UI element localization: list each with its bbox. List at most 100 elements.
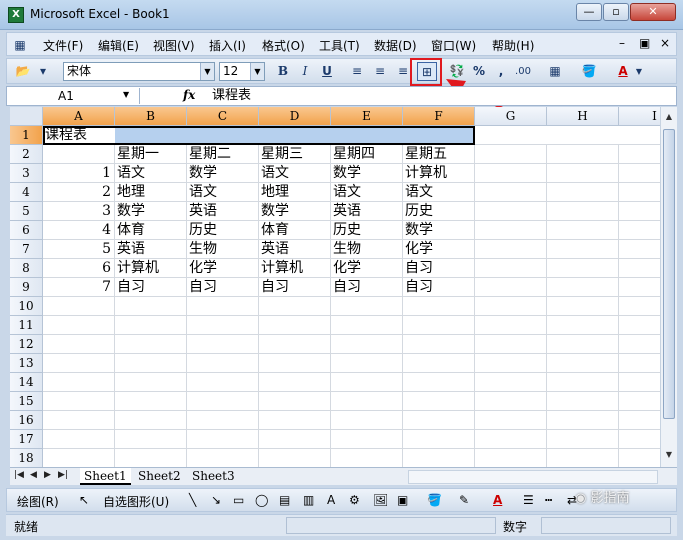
cell-h3[interactable] — [547, 164, 619, 183]
cell-g6[interactable] — [475, 221, 547, 240]
column-header-h[interactable]: H — [547, 107, 619, 126]
cell-b11[interactable] — [115, 316, 187, 335]
cell-e16[interactable] — [331, 411, 403, 430]
menu-data[interactable]: 数据(D) — [374, 37, 417, 54]
cell-b8[interactable]: 计算机 — [115, 259, 187, 278]
textbox-icon[interactable]: ▤ — [279, 493, 290, 507]
cell-d17[interactable] — [259, 430, 331, 449]
cell-f5[interactable]: 历史 — [403, 202, 475, 221]
column-header-g[interactable]: G — [475, 107, 547, 126]
cell-f4[interactable]: 语文 — [403, 183, 475, 202]
cell-h9[interactable] — [547, 278, 619, 297]
cell-e2[interactable]: 星期四 — [331, 145, 403, 164]
font-size-select[interactable]: 12 ▼ — [219, 62, 265, 81]
chevron-down-icon[interactable]: ▼ — [250, 63, 264, 80]
cell-e3[interactable]: 数学 — [331, 164, 403, 183]
cell-i9[interactable] — [619, 278, 660, 297]
cell-i13[interactable] — [619, 354, 660, 373]
cell-b3[interactable]: 语文 — [115, 164, 187, 183]
row-header-6[interactable]: 6 — [10, 221, 43, 240]
excel-doc-icon[interactable]: ▦ — [9, 36, 31, 55]
cell-c15[interactable] — [187, 392, 259, 411]
oval-icon[interactable]: ◯ — [255, 493, 268, 507]
menu-edit[interactable]: 编辑(E) — [98, 37, 139, 54]
cell-a2[interactable] — [43, 145, 115, 164]
cell-f11[interactable] — [403, 316, 475, 335]
excel-app-icon[interactable]: X — [8, 7, 24, 23]
cell-h4[interactable] — [547, 183, 619, 202]
cell-i1[interactable] — [619, 126, 660, 145]
cell-f6[interactable]: 数学 — [403, 221, 475, 240]
cell-g15[interactable] — [475, 392, 547, 411]
cell-g4[interactable] — [475, 183, 547, 202]
line-color-icon[interactable]: ✎ — [459, 493, 469, 507]
doc-close-button[interactable]: × — [660, 36, 670, 50]
cell-b2[interactable]: 星期一 — [115, 145, 187, 164]
cell-h14[interactable] — [547, 373, 619, 392]
cell-i11[interactable] — [619, 316, 660, 335]
row-header-11[interactable]: 11 — [10, 316, 43, 335]
cell-a6[interactable]: 4 — [43, 221, 115, 240]
underline-button[interactable]: U — [317, 62, 337, 81]
cell-e6[interactable]: 历史 — [331, 221, 403, 240]
row-header-17[interactable]: 17 — [10, 430, 43, 449]
cell-f3[interactable]: 计算机 — [403, 164, 475, 183]
cell-i8[interactable] — [619, 259, 660, 278]
menu-window[interactable]: 窗口(W) — [431, 37, 476, 54]
cell-e10[interactable] — [331, 297, 403, 316]
cell-b16[interactable] — [115, 411, 187, 430]
cell-g8[interactable] — [475, 259, 547, 278]
chevron-down-icon[interactable]: ▼ — [123, 90, 129, 99]
cell-i18[interactable] — [619, 449, 660, 467]
cell-h1[interactable] — [547, 126, 619, 145]
menu-file[interactable]: 文件(F) — [43, 37, 83, 54]
arrow-icon[interactable]: ↘ — [211, 493, 221, 507]
cell-g7[interactable] — [475, 240, 547, 259]
cell-g13[interactable] — [475, 354, 547, 373]
cell-d5[interactable]: 数学 — [259, 202, 331, 221]
cell-f13[interactable] — [403, 354, 475, 373]
row-header-1[interactable]: 1 — [10, 126, 43, 145]
formula-input[interactable]: 课程表 — [212, 88, 251, 104]
close-button[interactable]: ✕ — [630, 3, 676, 21]
cell-f10[interactable] — [403, 297, 475, 316]
cell-c16[interactable] — [187, 411, 259, 430]
cell-h12[interactable] — [547, 335, 619, 354]
cell-i5[interactable] — [619, 202, 660, 221]
cell-f18[interactable] — [403, 449, 475, 467]
chevron-down-icon[interactable]: ▼ — [200, 63, 214, 80]
cell-d12[interactable] — [259, 335, 331, 354]
cell-f15[interactable] — [403, 392, 475, 411]
last-sheet-icon[interactable]: ▶| — [58, 470, 68, 480]
cell-a17[interactable] — [43, 430, 115, 449]
cell-c18[interactable] — [187, 449, 259, 467]
cell-a18[interactable] — [43, 449, 115, 467]
column-header-b[interactable]: B — [115, 107, 187, 126]
cell-a9[interactable]: 7 — [43, 278, 115, 297]
cell-f17[interactable] — [403, 430, 475, 449]
cell-h10[interactable] — [547, 297, 619, 316]
cell-b15[interactable] — [115, 392, 187, 411]
cell-h5[interactable] — [547, 202, 619, 221]
diagram-icon[interactable]: ⚙ — [349, 493, 360, 507]
align-center-icon[interactable]: ≡ — [370, 62, 390, 81]
spreadsheet-grid[interactable]: A B C D E F G H I 1 课程表 2 星期一 星期二 星期三 星期四 星期五 3 1 语文 数学 语文 数学计… — [10, 107, 660, 467]
vertical-textbox-icon[interactable]: ▥ — [303, 493, 314, 507]
cell-g18[interactable] — [475, 449, 547, 467]
cell-g2[interactable] — [475, 145, 547, 164]
cell-b10[interactable] — [115, 297, 187, 316]
cell-g14[interactable] — [475, 373, 547, 392]
dash-style-icon[interactable]: ┅ — [545, 493, 552, 507]
cell-f12[interactable] — [403, 335, 475, 354]
font-name-select[interactable]: 宋体 ▼ — [63, 62, 215, 81]
horizontal-scrollbar[interactable] — [408, 470, 658, 484]
cell-h8[interactable] — [547, 259, 619, 278]
cell-d13[interactable] — [259, 354, 331, 373]
cell-h18[interactable] — [547, 449, 619, 467]
column-header-i[interactable]: I — [619, 107, 660, 126]
cell-a16[interactable] — [43, 411, 115, 430]
cell-c3[interactable]: 数学 — [187, 164, 259, 183]
cell-b7[interactable]: 英语 — [115, 240, 187, 259]
cell-f7[interactable]: 化学 — [403, 240, 475, 259]
row-header-9[interactable]: 9 — [10, 278, 43, 297]
